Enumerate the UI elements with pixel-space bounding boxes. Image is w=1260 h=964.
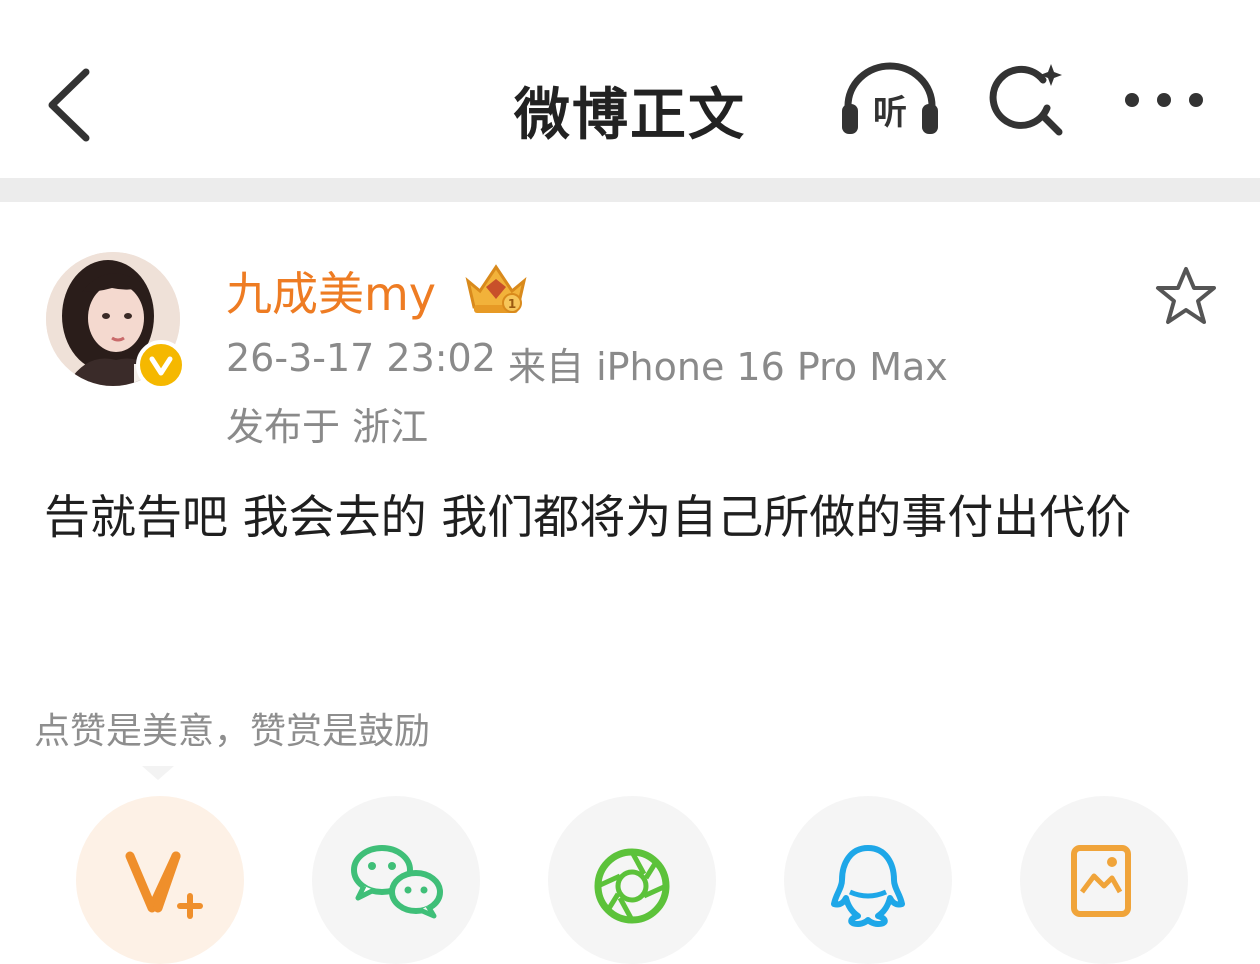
album-share-button[interactable] bbox=[1020, 796, 1188, 964]
post-content: 告就告吧 我会去的 我们都将为自己所做的事付出代价 bbox=[44, 490, 1132, 544]
verified-badge bbox=[136, 340, 186, 390]
top-nav-bar: 微博正文 听 bbox=[0, 0, 1260, 178]
listen-button[interactable]: 听 bbox=[840, 62, 940, 142]
headphones-icon: 听 bbox=[842, 62, 938, 134]
tooltip-pointer bbox=[142, 766, 174, 780]
back-arrow-icon bbox=[48, 68, 90, 142]
verified-v-icon bbox=[149, 356, 173, 376]
wechat-icon bbox=[351, 845, 443, 919]
star-outline-icon bbox=[1156, 267, 1216, 324]
search-icon bbox=[989, 64, 1063, 136]
wechat-moments-icon bbox=[594, 848, 670, 924]
wechat-share-button[interactable] bbox=[312, 796, 480, 964]
svg-text:1: 1 bbox=[508, 297, 516, 311]
crown-level-1-icon: 1 bbox=[462, 259, 530, 317]
post-location: 发布于 浙江 bbox=[226, 405, 429, 449]
qq-share-button[interactable] bbox=[784, 796, 952, 964]
listen-label: 听 bbox=[873, 93, 907, 133]
vplus-button[interactable] bbox=[76, 796, 244, 964]
search-button[interactable] bbox=[985, 58, 1075, 148]
qq-icon bbox=[831, 845, 905, 927]
author-name[interactable]: 九成美my bbox=[226, 258, 436, 324]
moments-share-button[interactable] bbox=[548, 796, 716, 964]
album-icon bbox=[1071, 845, 1131, 917]
back-button[interactable] bbox=[30, 60, 110, 150]
vplus-icon bbox=[125, 851, 203, 919]
more-options-button[interactable] bbox=[1118, 80, 1210, 120]
post-source: 来自 iPhone 16 Pro Max bbox=[508, 345, 948, 389]
more-icon bbox=[1125, 93, 1203, 107]
section-divider bbox=[0, 178, 1260, 202]
favorite-button[interactable] bbox=[1152, 264, 1220, 328]
reward-hint: 点赞是美意，赞赏是鼓励 bbox=[34, 711, 431, 752]
post-time: 26-3-17 23:02 bbox=[226, 336, 496, 380]
